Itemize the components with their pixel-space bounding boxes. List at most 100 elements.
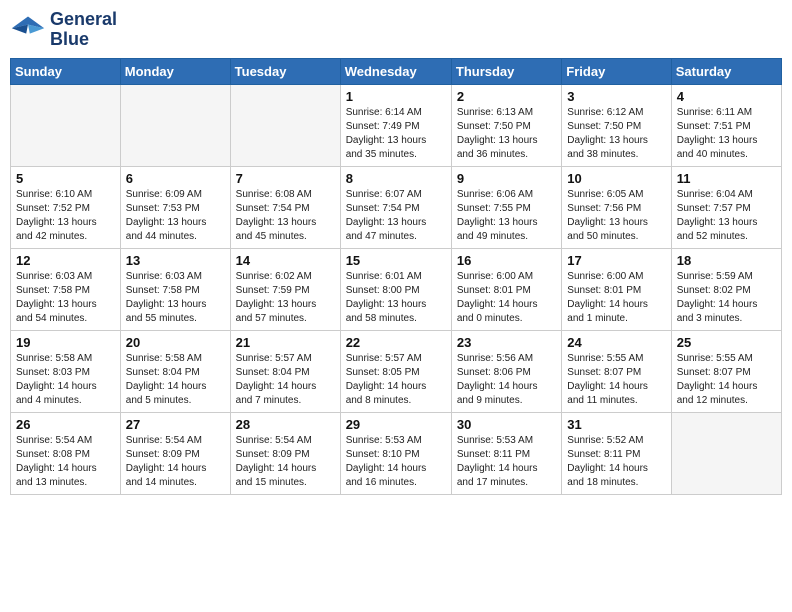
- day-cell-1: 1Sunrise: 6:14 AM Sunset: 7:49 PM Daylig…: [340, 84, 451, 166]
- day-cell-24: 24 Sunrise: 5:55 AM Sunset: 8:07 PM Dayli…: [562, 330, 671, 412]
- day-number: 20: [126, 335, 225, 350]
- day-cell-18: 18 Sunrise: 5:59 AM Sunset: 8:02 PM Dayli…: [671, 248, 781, 330]
- day-info: Sunrise: 6:02 AM Sunset: 7:59 PM Dayligh…: [236, 270, 335, 326]
- col-header-sunday: Sunday: [11, 58, 121, 84]
- day-number: 29: [346, 417, 446, 432]
- day-info: Sunrise: 5:55 AM Sunset: 8:07 PM Dayligh…: [677, 352, 776, 408]
- day-info: Sunrise: 6:07 AM Sunset: 7:54 PM Dayligh…: [346, 188, 446, 244]
- day-info: Sunrise: 5:54 AM Sunset: 8:09 PM Dayligh…: [236, 434, 335, 490]
- day-number: 31: [567, 417, 665, 432]
- day-cell-13: 13 Sunrise: 6:03 AM Sunset: 7:58 PM Dayli…: [120, 248, 230, 330]
- day-number: 8: [346, 171, 446, 186]
- day-cell-30: 30 Sunrise: 5:53 AM Sunset: 8:11 PM Dayli…: [451, 412, 561, 494]
- day-info: Sunrise: 6:12 AM Sunset: 7:50 PM Dayligh…: [567, 106, 665, 162]
- day-number: 7: [236, 171, 335, 186]
- day-number: 3: [567, 89, 665, 104]
- logo-text: General Blue: [50, 10, 117, 50]
- day-info: Sunrise: 5:53 AM Sunset: 8:11 PM Dayligh…: [457, 434, 556, 490]
- calendar-week-row: 12 Sunrise: 6:03 AM Sunset: 7:58 PM Dayli…: [11, 248, 782, 330]
- day-number: 10: [567, 171, 665, 186]
- day-cell-20: 20 Sunrise: 5:58 AM Sunset: 8:04 PM Dayli…: [120, 330, 230, 412]
- day-info: Sunrise: 6:00 AM Sunset: 8:01 PM Dayligh…: [457, 270, 556, 326]
- day-cell-11: 11 Sunrise: 6:04 AM Sunset: 7:57 PM Dayli…: [671, 166, 781, 248]
- day-info: Sunrise: 5:52 AM Sunset: 8:11 PM Dayligh…: [567, 434, 665, 490]
- day-number: 18: [677, 253, 776, 268]
- day-number: 17: [567, 253, 665, 268]
- day-info: Sunrise: 6:05 AM Sunset: 7:56 PM Dayligh…: [567, 188, 665, 244]
- day-info: Sunrise: 6:04 AM Sunset: 7:57 PM Dayligh…: [677, 188, 776, 244]
- col-header-wednesday: Wednesday: [340, 58, 451, 84]
- col-header-monday: Monday: [120, 58, 230, 84]
- day-cell-8: 8 Sunrise: 6:07 AM Sunset: 7:54 PM Daylig…: [340, 166, 451, 248]
- day-info: Sunrise: 5:58 AM Sunset: 8:04 PM Dayligh…: [126, 352, 225, 408]
- day-number: 12: [16, 253, 115, 268]
- day-info: Sunrise: 5:56 AM Sunset: 8:06 PM Dayligh…: [457, 352, 556, 408]
- col-header-friday: Friday: [562, 58, 671, 84]
- day-info: Sunrise: 5:54 AM Sunset: 8:09 PM Dayligh…: [126, 434, 225, 490]
- day-cell-14: 14 Sunrise: 6:02 AM Sunset: 7:59 PM Dayli…: [230, 248, 340, 330]
- day-cell-19: 19 Sunrise: 5:58 AM Sunset: 8:03 PM Dayli…: [11, 330, 121, 412]
- day-number: 6: [126, 171, 225, 186]
- col-header-saturday: Saturday: [671, 58, 781, 84]
- calendar-table: SundayMondayTuesdayWednesdayThursdayFrid…: [10, 58, 782, 495]
- day-number: 25: [677, 335, 776, 350]
- day-cell-23: 23Sunrise: 5:56 AM Sunset: 8:06 PM Dayli…: [451, 330, 561, 412]
- day-number: 15: [346, 253, 446, 268]
- day-number: 5: [16, 171, 115, 186]
- day-info: Sunrise: 6:00 AM Sunset: 8:01 PM Dayligh…: [567, 270, 665, 326]
- day-number: 22: [346, 335, 446, 350]
- day-cell-26: 26Sunrise: 5:54 AM Sunset: 8:08 PM Dayli…: [11, 412, 121, 494]
- calendar-header-row: SundayMondayTuesdayWednesdayThursdayFrid…: [11, 58, 782, 84]
- day-info: Sunrise: 6:11 AM Sunset: 7:51 PM Dayligh…: [677, 106, 776, 162]
- day-cell-6: 6 Sunrise: 6:09 AM Sunset: 7:53 PM Daylig…: [120, 166, 230, 248]
- day-number: 28: [236, 417, 335, 432]
- day-cell-31: 31 Sunrise: 5:52 AM Sunset: 8:11 PM Dayli…: [562, 412, 671, 494]
- day-info: Sunrise: 5:58 AM Sunset: 8:03 PM Dayligh…: [16, 352, 115, 408]
- day-cell-4: 4 Sunrise: 6:11 AM Sunset: 7:51 PM Daylig…: [671, 84, 781, 166]
- day-info: Sunrise: 6:08 AM Sunset: 7:54 PM Dayligh…: [236, 188, 335, 244]
- day-cell-5: 5Sunrise: 6:10 AM Sunset: 7:52 PM Daylig…: [11, 166, 121, 248]
- logo-bird-icon: [10, 12, 46, 48]
- day-number: 4: [677, 89, 776, 104]
- day-number: 27: [126, 417, 225, 432]
- day-number: 13: [126, 253, 225, 268]
- empty-cell: [11, 84, 121, 166]
- day-cell-28: 28 Sunrise: 5:54 AM Sunset: 8:09 PM Dayli…: [230, 412, 340, 494]
- empty-cell: [120, 84, 230, 166]
- day-info: Sunrise: 6:06 AM Sunset: 7:55 PM Dayligh…: [457, 188, 556, 244]
- day-number: 26: [16, 417, 115, 432]
- day-cell-2: 2Sunrise: 6:13 AM Sunset: 7:50 PM Daylig…: [451, 84, 561, 166]
- day-number: 21: [236, 335, 335, 350]
- day-cell-17: 17 Sunrise: 6:00 AM Sunset: 8:01 PM Dayli…: [562, 248, 671, 330]
- day-number: 24: [567, 335, 665, 350]
- calendar-week-row: 5Sunrise: 6:10 AM Sunset: 7:52 PM Daylig…: [11, 166, 782, 248]
- day-number: 9: [457, 171, 556, 186]
- day-cell-7: 7 Sunrise: 6:08 AM Sunset: 7:54 PM Daylig…: [230, 166, 340, 248]
- day-info: Sunrise: 6:03 AM Sunset: 7:58 PM Dayligh…: [126, 270, 225, 326]
- day-number: 2: [457, 89, 556, 104]
- day-info: Sunrise: 6:03 AM Sunset: 7:58 PM Dayligh…: [16, 270, 115, 326]
- col-header-tuesday: Tuesday: [230, 58, 340, 84]
- day-cell-25: 25 Sunrise: 5:55 AM Sunset: 8:07 PM Dayli…: [671, 330, 781, 412]
- day-cell-12: 12 Sunrise: 6:03 AM Sunset: 7:58 PM Dayli…: [11, 248, 121, 330]
- day-info: Sunrise: 6:01 AM Sunset: 8:00 PM Dayligh…: [346, 270, 446, 326]
- day-info: Sunrise: 6:09 AM Sunset: 7:53 PM Dayligh…: [126, 188, 225, 244]
- day-info: Sunrise: 5:59 AM Sunset: 8:02 PM Dayligh…: [677, 270, 776, 326]
- day-cell-10: 10 Sunrise: 6:05 AM Sunset: 7:56 PM Dayli…: [562, 166, 671, 248]
- day-number: 1: [346, 89, 446, 104]
- day-number: 16: [457, 253, 556, 268]
- day-number: 30: [457, 417, 556, 432]
- day-number: 11: [677, 171, 776, 186]
- day-info: Sunrise: 5:53 AM Sunset: 8:10 PM Dayligh…: [346, 434, 446, 490]
- day-number: 14: [236, 253, 335, 268]
- day-cell-21: 21 Sunrise: 5:57 AM Sunset: 8:04 PM Dayli…: [230, 330, 340, 412]
- day-cell-15: 15 Sunrise: 6:01 AM Sunset: 8:00 PM Dayli…: [340, 248, 451, 330]
- day-info: Sunrise: 5:55 AM Sunset: 8:07 PM Dayligh…: [567, 352, 665, 408]
- day-number: 19: [16, 335, 115, 350]
- col-header-thursday: Thursday: [451, 58, 561, 84]
- day-cell-3: 3 Sunrise: 6:12 AM Sunset: 7:50 PM Daylig…: [562, 84, 671, 166]
- calendar-week-row: 1Sunrise: 6:14 AM Sunset: 7:49 PM Daylig…: [11, 84, 782, 166]
- day-info: Sunrise: 5:57 AM Sunset: 8:05 PM Dayligh…: [346, 352, 446, 408]
- calendar-week-row: 26Sunrise: 5:54 AM Sunset: 8:08 PM Dayli…: [11, 412, 782, 494]
- day-info: Sunrise: 5:57 AM Sunset: 8:04 PM Dayligh…: [236, 352, 335, 408]
